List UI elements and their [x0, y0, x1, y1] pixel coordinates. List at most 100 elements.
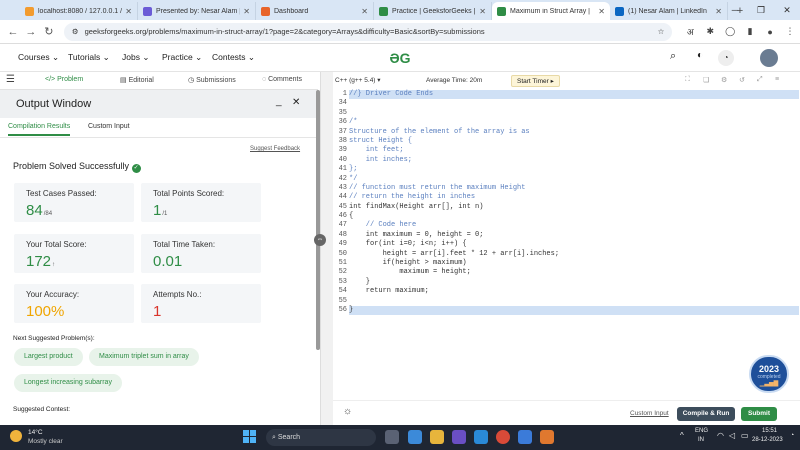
language-select[interactable]: C++ (g++ 5.4) ▾: [335, 76, 381, 84]
forward-icon[interactable]: →: [22, 26, 40, 38]
notifications-icon[interactable]: ◔: [718, 50, 734, 66]
xampp-icon[interactable]: [540, 430, 554, 444]
bookmark-star-icon[interactable]: ☆: [658, 27, 665, 36]
fullscreen-icon[interactable]: ⛶: [685, 76, 690, 84]
menu-tutorials[interactable]: Tutorials ⌄: [68, 52, 110, 63]
year-badge[interactable]: 2023 completed ▁▃▅▇: [749, 355, 789, 393]
code-line[interactable]: [349, 99, 799, 108]
code-editor[interactable]: 1 34 35 36 37 38 39 40 41 42 43 44 45 46 47 48 49 50 51 52 5…: [333, 90, 800, 400]
code-line[interactable]: for(int i=0; i<n; i++) {: [349, 240, 799, 249]
suggestion-longest-increasing-subarray[interactable]: Longest increasing subarray: [14, 374, 122, 392]
minimize-output-icon[interactable]: _: [276, 96, 282, 107]
code-line[interactable]: int inches;: [349, 156, 799, 165]
maximize-icon[interactable]: ❐: [748, 0, 774, 20]
submit-button[interactable]: Submit: [741, 407, 777, 421]
site-info-icon[interactable]: ⚙: [72, 27, 79, 36]
code-line[interactable]: }: [349, 305, 799, 316]
browser-tab[interactable]: Dashboard ✕: [256, 2, 374, 20]
tab-problem[interactable]: </> Problem: [45, 76, 83, 83]
clock-time[interactable]: 15:51: [762, 428, 777, 434]
app-icon[interactable]: [518, 430, 532, 444]
code-line[interactable]: Structure of the element of the array is…: [349, 128, 799, 137]
tab-close-icon[interactable]: ✕: [361, 7, 368, 16]
code-line[interactable]: }: [349, 278, 799, 287]
code-line[interactable]: maximum = height;: [349, 268, 799, 277]
code-line[interactable]: // function must return the maximum Heig…: [349, 184, 799, 193]
code-line[interactable]: /*: [349, 118, 799, 127]
sidebar-icon[interactable]: ▮: [740, 26, 760, 37]
code-line[interactable]: return maximum;: [349, 287, 799, 296]
menu-dots-icon[interactable]: ⋮: [780, 26, 800, 37]
menu-jobs[interactable]: Jobs ⌄: [122, 52, 149, 63]
notification-bell-icon[interactable]: ◔: [790, 432, 794, 439]
tab-submissions[interactable]: ◷ Submissions: [188, 76, 236, 84]
dark-mode-icon[interactable]: ◐: [697, 50, 703, 61]
copy-icon[interactable]: ❏: [703, 76, 709, 84]
volume-icon[interactable]: ◁: [729, 431, 735, 440]
wifi-icon[interactable]: ◠: [717, 431, 724, 440]
code-line[interactable]: };: [349, 165, 799, 174]
expand-icon[interactable]: ⤢: [757, 76, 763, 84]
profile-circle-icon[interactable]: ◯: [720, 26, 740, 37]
tab-close-icon[interactable]: ✕: [598, 7, 605, 16]
tab-compilation-results[interactable]: Compilation Results: [8, 123, 71, 136]
tray-chevron-icon[interactable]: ^: [680, 431, 684, 440]
browser-tab[interactable]: Practice | GeeksforGeeks | ✕: [374, 2, 492, 20]
language-indicator[interactable]: ENG: [695, 428, 708, 434]
code-line[interactable]: int findMax(Height arr[], int n): [349, 203, 799, 212]
user-avatar[interactable]: [760, 49, 778, 67]
tab-comments[interactable]: ◌ Comments: [262, 76, 302, 83]
tab-custom-input[interactable]: Custom Input: [88, 123, 130, 130]
widgets-icon[interactable]: [408, 430, 422, 444]
edge-icon[interactable]: [474, 430, 488, 444]
back-icon[interactable]: ←: [4, 26, 22, 38]
tab-editorial[interactable]: ▤ Editorial: [120, 76, 154, 84]
close-window-icon[interactable]: ✕: [774, 0, 800, 20]
battery-icon[interactable]: ▭: [741, 431, 749, 440]
code-line[interactable]: int maximum = 0, height = 0;: [349, 231, 799, 240]
tab-close-icon[interactable]: ✕: [715, 7, 722, 16]
taskbar-search[interactable]: ⌕ Search: [266, 429, 376, 446]
code-line[interactable]: */: [349, 175, 799, 184]
suggest-feedback-link[interactable]: Suggest Feedback: [250, 146, 300, 152]
avatar-icon[interactable]: ●: [760, 27, 780, 37]
menu-practice[interactable]: Practice ⌄: [162, 52, 202, 63]
more-icon[interactable]: ≡: [775, 76, 779, 83]
custom-input-link[interactable]: Custom Input: [630, 410, 669, 417]
menu-contests[interactable]: Contests ⌄: [212, 52, 255, 63]
code-line[interactable]: [349, 297, 799, 306]
code-line[interactable]: // return the height in inches: [349, 193, 799, 202]
translate-icon[interactable]: अ: [680, 25, 700, 38]
browser-tab[interactable]: (1) Nesar Alam | LinkedIn ✕: [610, 2, 728, 20]
suggestion-maximum-triplet-sum[interactable]: Maximum triplet sum in array: [89, 348, 199, 366]
file-explorer-icon[interactable]: [430, 430, 444, 444]
task-view-icon[interactable]: [385, 430, 399, 444]
suggestion-largest-product[interactable]: Largest product: [14, 348, 83, 366]
close-output-icon[interactable]: ✕: [292, 97, 300, 108]
code-line[interactable]: //} Driver Code Ends: [349, 90, 799, 100]
tab-close-icon[interactable]: ✕: [243, 7, 250, 16]
panel-divider[interactable]: [320, 72, 333, 425]
chrome-icon[interactable]: [496, 430, 510, 444]
extensions-icon[interactable]: ✱: [700, 26, 720, 37]
browser-tab[interactable]: localhost:8080 / 127.0.0.1 / ✕: [20, 2, 138, 20]
code-line[interactable]: {: [349, 212, 799, 221]
windows-start-icon[interactable]: [243, 430, 256, 443]
theme-toggle-icon[interactable]: ☼: [343, 406, 352, 417]
minimize-icon[interactable]: ─: [722, 0, 748, 20]
code-line[interactable]: struct Height {: [349, 137, 799, 146]
reset-icon[interactable]: ↺: [739, 76, 745, 84]
resize-handle-icon[interactable]: ⇔: [314, 234, 326, 246]
tab-close-icon[interactable]: ✕: [125, 7, 132, 16]
code-line[interactable]: // Code here: [349, 221, 799, 230]
start-timer-button[interactable]: Start Timer ▸: [511, 75, 560, 87]
code-line[interactable]: int feet;: [349, 146, 799, 155]
browser-tab[interactable]: Maximum in Struct Array | ✕: [492, 2, 610, 20]
tab-close-icon[interactable]: ✕: [479, 7, 486, 16]
settings-icon[interactable]: ⚙: [721, 76, 727, 84]
code-line[interactable]: [349, 109, 799, 118]
compile-run-button[interactable]: Compile & Run: [677, 407, 735, 421]
gfg-logo[interactable]: ƏG: [383, 50, 417, 66]
reload-icon[interactable]: ↻: [40, 25, 58, 38]
url-field[interactable]: ⚙ geeksforgeeks.org/problems/maximum-in-…: [63, 22, 673, 41]
